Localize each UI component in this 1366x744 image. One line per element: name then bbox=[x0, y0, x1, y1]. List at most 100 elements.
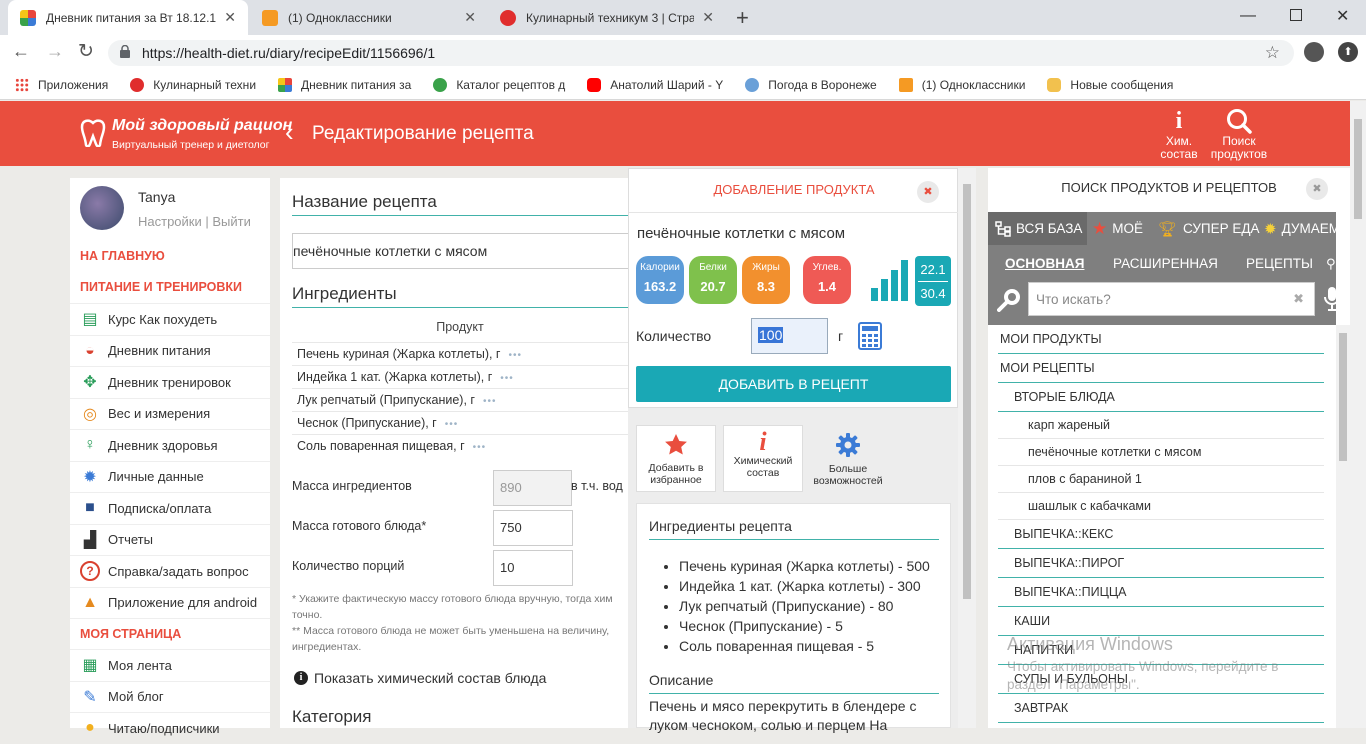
category-item[interactable]: ВЫПЕЧКА::ПИРОГ bbox=[998, 549, 1324, 578]
close-window-button[interactable]: ✕ bbox=[1336, 6, 1349, 26]
star-bookmark-icon[interactable]: ☆ bbox=[1265, 43, 1280, 63]
tab-thinking[interactable]: ✹ ДУМАЕМ bbox=[1264, 212, 1340, 245]
sidebar-item-label: Дневник тренировок bbox=[108, 374, 231, 390]
subtab-extended[interactable]: РАСШИРЕННАЯ bbox=[1113, 256, 1218, 271]
more-dots-icon[interactable]: ••• bbox=[445, 419, 459, 430]
add-favorite-button[interactable]: Добавить в избранное bbox=[636, 425, 716, 492]
search-panel-close-icon[interactable]: ✖ bbox=[1306, 178, 1328, 200]
ingredient-row[interactable]: Соль поваренная пищевая, г ••• bbox=[292, 434, 628, 457]
tab-mine[interactable]: ★ МОЁ bbox=[1092, 212, 1143, 245]
browser-tab-active[interactable]: Дневник питания за Вт 18.12.18 ✕ bbox=[8, 0, 248, 35]
sidebar-item[interactable]: ▟ Отчеты bbox=[70, 523, 270, 556]
subtab-recipes[interactable]: РЕЦЕПТЫ bbox=[1246, 256, 1313, 271]
forward-arrow-icon[interactable]: → bbox=[46, 41, 64, 62]
recipe-form: Название рецепта печёночные котлетки с м… bbox=[280, 178, 628, 728]
browser-tab[interactable]: Кулинарный техникум 3 | Стран ✕ bbox=[488, 0, 726, 35]
category-item[interactable]: ВТОРЫЕ БЛЮДА bbox=[998, 383, 1324, 412]
sidebar-item[interactable]: ✥ Дневник тренировок bbox=[70, 366, 270, 398]
bookmark-item[interactable]: Новые сообщения bbox=[1047, 78, 1173, 92]
settings-link[interactable]: Настройки bbox=[138, 214, 202, 229]
bookmark-item[interactable]: (1) Одноклассники bbox=[898, 78, 1025, 92]
nav-section-nutrition: ПИТАНИЕ И ТРЕНИРОВКИ bbox=[80, 280, 242, 294]
chem-composition-action[interactable]: i Химический состав bbox=[723, 425, 803, 492]
bookmark-item[interactable]: Каталог рецептов д bbox=[433, 78, 565, 92]
back-arrow-icon[interactable]: ← bbox=[12, 41, 30, 62]
more-dots-icon[interactable]: ••• bbox=[500, 373, 514, 384]
nav-home[interactable]: НА ГЛАВНУЮ bbox=[70, 241, 270, 272]
logout-link[interactable]: Выйти bbox=[212, 214, 251, 229]
recipe-result-item[interactable]: карп жареный bbox=[998, 412, 1324, 439]
ingredient-row[interactable]: Индейка 1 кат. (Жарка котлеты), г ••• bbox=[292, 365, 628, 388]
sidebar-item[interactable]: ▤ Курс Как похудеть bbox=[70, 303, 270, 335]
page-scrollbar[interactable] bbox=[1350, 101, 1366, 728]
zoom-search-icon[interactable] bbox=[997, 286, 1023, 312]
sidebar-item[interactable]: ▲ Приложение для android bbox=[70, 586, 270, 619]
user-name[interactable]: Tanya bbox=[138, 189, 175, 205]
ingredient-row[interactable]: Чеснок (Припускание), г ••• bbox=[292, 411, 628, 434]
category-item[interactable]: ЗАВТРАК bbox=[998, 694, 1324, 723]
sidebar-item[interactable]: ▦ Моя лента bbox=[70, 649, 270, 681]
sidebar-item[interactable]: ✎ Мой блог bbox=[70, 680, 270, 713]
sidebar-item[interactable]: ? Справка/задать вопрос bbox=[70, 555, 270, 587]
chem-composition-button[interactable]: i Хим. состав bbox=[1154, 107, 1204, 161]
category-item[interactable]: ВЫПЕЧКА::ПИЦЦА bbox=[998, 578, 1324, 607]
more-dots-icon[interactable]: ••• bbox=[473, 442, 487, 453]
recipe-result-item[interactable]: шашлык с кабачками bbox=[998, 493, 1324, 520]
modal-close-icon[interactable]: ✖ bbox=[917, 181, 939, 203]
close-tab-icon[interactable]: ✕ bbox=[702, 9, 714, 26]
minimize-button[interactable]: — bbox=[1240, 7, 1256, 25]
portions-input[interactable]: 10 bbox=[493, 550, 573, 586]
restore-button[interactable] bbox=[1290, 9, 1302, 21]
more-dots-icon[interactable]: ••• bbox=[509, 350, 523, 361]
close-tab-icon[interactable]: ✕ bbox=[224, 9, 236, 26]
product-search-button[interactable]: Поиск продуктов bbox=[1206, 107, 1272, 161]
bookmark-item[interactable]: Погода в Воронеже bbox=[745, 78, 877, 92]
microphone-icon[interactable] bbox=[1324, 286, 1340, 312]
calculator-icon[interactable] bbox=[858, 322, 882, 350]
category-item[interactable]: КАШИ bbox=[998, 607, 1324, 636]
clear-search-icon[interactable]: ✖ bbox=[1293, 291, 1304, 307]
category-item[interactable]: ВЫПЕЧКА::КЕКС bbox=[998, 520, 1324, 549]
sidebar-item[interactable]: ♀ Дневник здоровья bbox=[70, 429, 270, 461]
add-to-recipe-button[interactable]: ДОБАВИТЬ В РЕЦЕПТ bbox=[636, 366, 951, 402]
back-chevron-icon[interactable]: ‹ bbox=[285, 117, 294, 147]
recipe-result-item[interactable]: печёночные котлетки с мясом bbox=[998, 439, 1324, 466]
ingredient-row[interactable]: Печень куриная (Жарка котлеты), г ••• bbox=[292, 342, 628, 365]
subtab-basic[interactable]: ОСНОВНАЯ bbox=[1005, 256, 1084, 271]
sidebar-item[interactable]: ✹ Личные данные bbox=[70, 460, 270, 493]
profile-avatar[interactable] bbox=[1304, 42, 1324, 62]
tab-all-base[interactable]: ВСЯ БАЗА bbox=[988, 212, 1087, 245]
more-dots-icon[interactable]: ••• bbox=[483, 396, 497, 407]
bookmark-item[interactable]: Дневник питания за bbox=[278, 78, 411, 92]
search-panel-title: ПОИСК ПРОДУКТОВ И РЕЦЕПТОВ bbox=[1061, 180, 1277, 195]
show-chem-link[interactable]: i Показать химический состав блюда bbox=[294, 670, 546, 686]
logo-title[interactable]: Мой здоровый рацион bbox=[112, 117, 292, 135]
url-bar[interactable]: https://health-diet.ru/diary/recipeEdit/… bbox=[108, 40, 1294, 66]
modal-scrollbar[interactable] bbox=[958, 168, 976, 728]
ready-mass-input[interactable]: 750 bbox=[493, 510, 573, 546]
new-tab-button[interactable]: + bbox=[736, 5, 749, 31]
sidebar-item[interactable]: ◒ Дневник питания bbox=[70, 334, 270, 367]
browser-tab[interactable]: (1) Одноклассники ✕ bbox=[250, 0, 488, 35]
category-item[interactable]: МОИ ПРОДУКТЫ bbox=[998, 325, 1324, 354]
avatar[interactable] bbox=[80, 186, 124, 230]
recipe-name-input[interactable]: печёночные котлетки с мясом bbox=[292, 233, 628, 269]
download-icon[interactable]: ⬆ bbox=[1338, 42, 1358, 62]
close-tab-icon[interactable]: ✕ bbox=[464, 9, 476, 26]
ratio-badge: 22.1 30.4 bbox=[915, 256, 951, 306]
tab-super-food[interactable]: 🏆︎ СУПЕР ЕДА bbox=[1158, 212, 1260, 245]
filter-icon[interactable]: ⚲ bbox=[1326, 256, 1336, 272]
recipe-result-item[interactable]: плов с бараниной 1 bbox=[998, 466, 1324, 493]
reload-icon[interactable]: ↻ bbox=[78, 40, 94, 63]
ingredient-row[interactable]: Лук репчатый (Припускание), г ••• bbox=[292, 388, 628, 411]
category-item[interactable]: МОИ РЕЦЕПТЫ bbox=[998, 354, 1324, 383]
quantity-input[interactable]: 100 bbox=[751, 318, 828, 354]
bookmark-item[interactable]: Анатолий Шарий - Y bbox=[587, 78, 723, 92]
tooth-logo-icon[interactable] bbox=[80, 119, 106, 147]
more-options-button[interactable]: Больше возможностей bbox=[808, 425, 888, 492]
sidebar-item[interactable]: ■ Подписка/оплата bbox=[70, 492, 270, 524]
bookmark-item[interactable]: Кулинарный техни bbox=[130, 78, 256, 92]
sidebar-item[interactable]: ◎ Вес и измерения bbox=[70, 397, 270, 430]
search-input[interactable]: Что искать? ✖ bbox=[1028, 282, 1315, 316]
bookmark-item[interactable]: Приложения bbox=[15, 78, 108, 92]
